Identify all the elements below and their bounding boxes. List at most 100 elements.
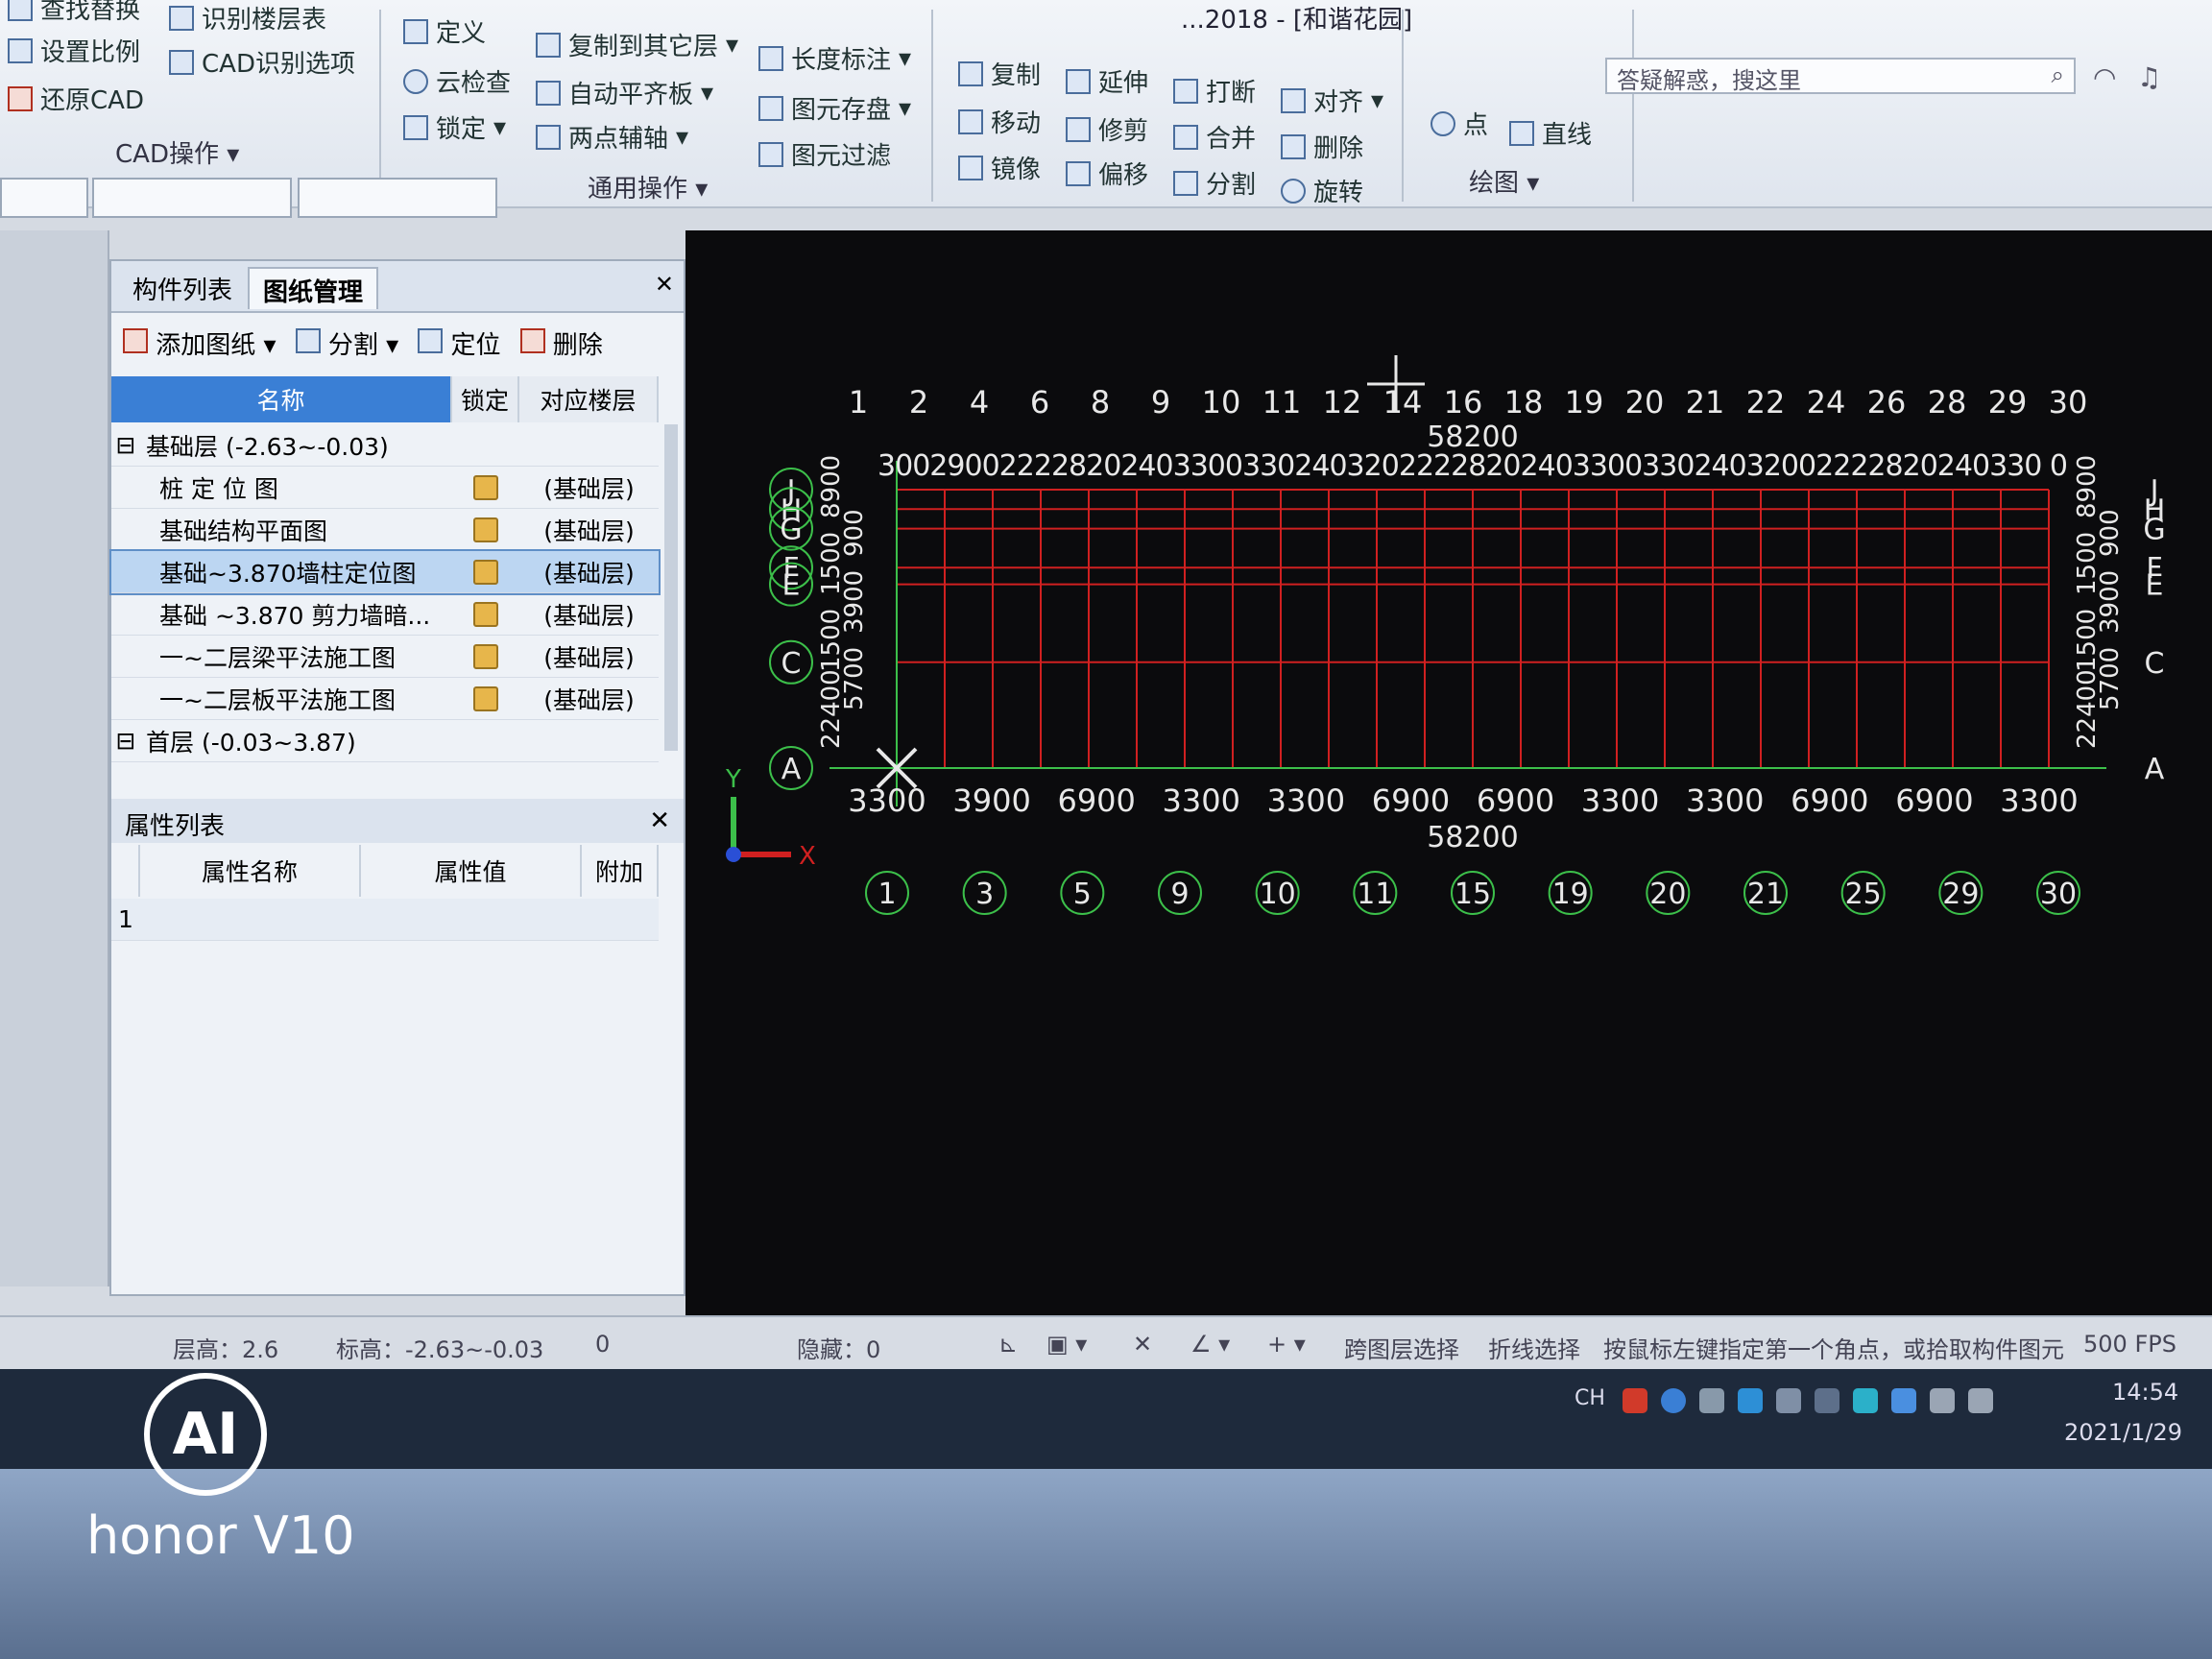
polyline-select-button[interactable]: 折线选择 (1488, 1331, 1580, 1364)
offset-button[interactable]: 偏移 (1066, 156, 1148, 191)
search-input[interactable]: 答疑解惑，搜这里 ⌕ (1605, 58, 2076, 94)
dimension-bottom: 3300 (1163, 782, 1240, 819)
table-row[interactable]: 桩 定 位 图 (基础层) (111, 467, 659, 509)
element-filter-button[interactable]: 图元过滤 (758, 136, 891, 172)
group-row[interactable]: ⊟ 首层 (-0.03~3.87) (111, 720, 659, 762)
auto-level-slab-button[interactable]: 自动平齐板 ▾ (536, 75, 713, 110)
selector-dropdown[interactable] (298, 178, 497, 218)
axis-label-top: 1 (849, 384, 868, 421)
lock-icon[interactable] (452, 678, 519, 719)
group-row[interactable]: ⊟ 基础层 (-2.63~-0.03) (111, 424, 659, 467)
screen: ...2018 - [和谐花园] 查找替换 识别楼层表 设置比例 CAD识别选项… (0, 0, 2212, 1469)
lock-icon[interactable] (452, 636, 519, 677)
mirror-button[interactable]: 镜像 (958, 150, 1041, 185)
cross-layer-select-button[interactable]: 跨图层选择 (1344, 1331, 1459, 1364)
sogou-icon[interactable] (1623, 1388, 1647, 1413)
draw-group[interactable]: 绘图 ▾ (1469, 163, 1539, 199)
length-dimension-button[interactable]: 长度标注 ▾ (758, 40, 911, 76)
ime-indicator[interactable]: CH (1575, 1386, 1605, 1410)
align-button[interactable]: 对齐 ▾ (1281, 83, 1383, 118)
tab-drawing-management[interactable]: 图纸管理 (248, 267, 379, 309)
copy-button[interactable]: 复制 (958, 56, 1041, 91)
axis-label-top: 9 (1151, 384, 1170, 421)
split-drawing-button[interactable]: 分割 ▾ (295, 325, 398, 361)
identify-floor-table-button[interactable]: 识别楼层表 (169, 0, 326, 36)
selector-dropdown[interactable] (0, 178, 88, 218)
property-row[interactable]: 1 (111, 899, 659, 941)
display-icon[interactable] (1891, 1388, 1916, 1413)
locate-button[interactable]: 定位 (418, 325, 501, 361)
define-button[interactable]: 定义 (403, 13, 486, 49)
element-save-button[interactable]: 图元存盘 ▾ (758, 90, 911, 126)
delete-drawing-button[interactable]: 删除 (519, 325, 603, 361)
close-icon[interactable]: ✕ (655, 271, 674, 298)
selector-dropdown[interactable] (92, 178, 292, 218)
bell-icon[interactable]: ♫ (2137, 61, 2161, 93)
network-icon[interactable] (1815, 1388, 1839, 1413)
lock-icon[interactable] (452, 467, 519, 508)
table-row-selected[interactable]: 基础~3.870墙柱定位图 (基础层) (109, 549, 661, 595)
column-name[interactable]: 名称 (111, 376, 452, 422)
axis-label-top: 2 (909, 384, 928, 421)
cross-icon[interactable]: ✕ (1133, 1331, 1152, 1358)
help-icon[interactable] (1661, 1388, 1686, 1413)
lock-icon[interactable] (452, 509, 519, 550)
cloud-check-button[interactable]: 云检查 (403, 63, 511, 99)
line-tool-button[interactable]: 直线 (1509, 115, 1592, 151)
status-zero: 0 (595, 1331, 611, 1358)
table-row[interactable]: 基础 ~3.870 剪力墙暗... (基础层) (111, 593, 659, 636)
rotate-button[interactable]: 旋转 (1281, 173, 1363, 208)
shield-icon[interactable] (1853, 1388, 1878, 1413)
split-button[interactable]: 分割 (1173, 165, 1256, 201)
table-row[interactable]: 基础结构平面图 (基础层) (111, 509, 659, 551)
copy-to-layer-button[interactable]: 复制到其它层 ▾ (536, 27, 738, 62)
angle-toggle[interactable]: ∠ ▾ (1190, 1331, 1230, 1358)
table-row[interactable]: 一~二层梁平法施工图 (基础层) (111, 636, 659, 678)
find-replace-button[interactable]: 查找替换 (8, 0, 140, 26)
window-icon[interactable] (1699, 1388, 1724, 1413)
ribbon-separator (1402, 10, 1404, 202)
merge-button[interactable]: 合并 (1173, 119, 1256, 155)
battery-icon[interactable] (1930, 1388, 1955, 1413)
close-icon[interactable]: ✕ (649, 806, 670, 835)
move-button[interactable]: 移动 (958, 104, 1041, 139)
snap-toggle[interactable]: ▣ ▾ (1046, 1331, 1087, 1358)
extend-button[interactable]: 延伸 (1066, 63, 1148, 99)
lock-icon[interactable] (452, 551, 519, 592)
headset-icon[interactable]: ◠ (2093, 61, 2116, 93)
general-ops-group[interactable]: 通用操作 ▾ (588, 169, 708, 204)
set-scale-button[interactable]: 设置比例 (8, 33, 140, 68)
delete-button[interactable]: 删除 (1281, 129, 1363, 164)
axis-label-top: 12 (1323, 384, 1362, 421)
ortho-toggle[interactable]: ⊾ (998, 1331, 1018, 1358)
status-hint: 按鼠标左键指定第一个角点，或拾取构件图元 (1603, 1336, 2064, 1363)
column-floor[interactable]: 对应楼层 (519, 376, 659, 422)
box-icon[interactable] (1776, 1388, 1801, 1413)
volume-icon[interactable] (1968, 1388, 1993, 1413)
dynamic-input-toggle[interactable]: + ▾ (1267, 1331, 1306, 1358)
lock-button[interactable]: 锁定 ▾ (403, 109, 506, 145)
add-drawing-button[interactable]: 添加图纸 ▾ (123, 325, 276, 361)
clock-date[interactable]: 2021/1/29 (2064, 1419, 2182, 1446)
trim-button[interactable]: 修剪 (1066, 111, 1148, 147)
two-point-axis-button[interactable]: 两点辅轴 ▾ (536, 119, 688, 155)
axis-label-top: 20 (1625, 384, 1665, 421)
search-icon[interactable]: ⌕ (2052, 61, 2064, 88)
cad-canvas[interactable]: 1 2 4 6 8 9 10 11 12 14 16 18 19 20 21 22 24 26 28 29 30 5820… (685, 230, 2212, 1315)
cad-drawing[interactable]: 1 2 4 6 8 9 10 11 12 14 16 18 19 20 21 22 24 26 28 29 305820… (685, 230, 2212, 1315)
break-button[interactable]: 打断 (1173, 73, 1256, 108)
scrollbar[interactable] (664, 424, 678, 751)
point-tool-button[interactable]: 点 (1431, 106, 1488, 141)
table-row[interactable]: 一~二层板平法施工图 (基础层) (111, 678, 659, 720)
security-icon[interactable] (1738, 1388, 1763, 1413)
column-lock[interactable]: 锁定 (452, 376, 519, 422)
restore-cad-button[interactable]: 还原CAD (8, 81, 144, 116)
cad-ops-group[interactable]: CAD操作 ▾ (115, 134, 239, 170)
tab-component-list[interactable]: 构件列表 (119, 267, 246, 309)
lock-icon[interactable] (452, 593, 519, 635)
elevation: 标高：-2.63~-0.03 (336, 1336, 544, 1363)
collapse-icon[interactable]: ⊟ (111, 720, 140, 761)
cad-options-button[interactable]: CAD识别选项 (169, 44, 355, 80)
collapse-icon[interactable]: ⊟ (111, 424, 140, 466)
clock-time[interactable]: 14:54 (2112, 1379, 2178, 1406)
